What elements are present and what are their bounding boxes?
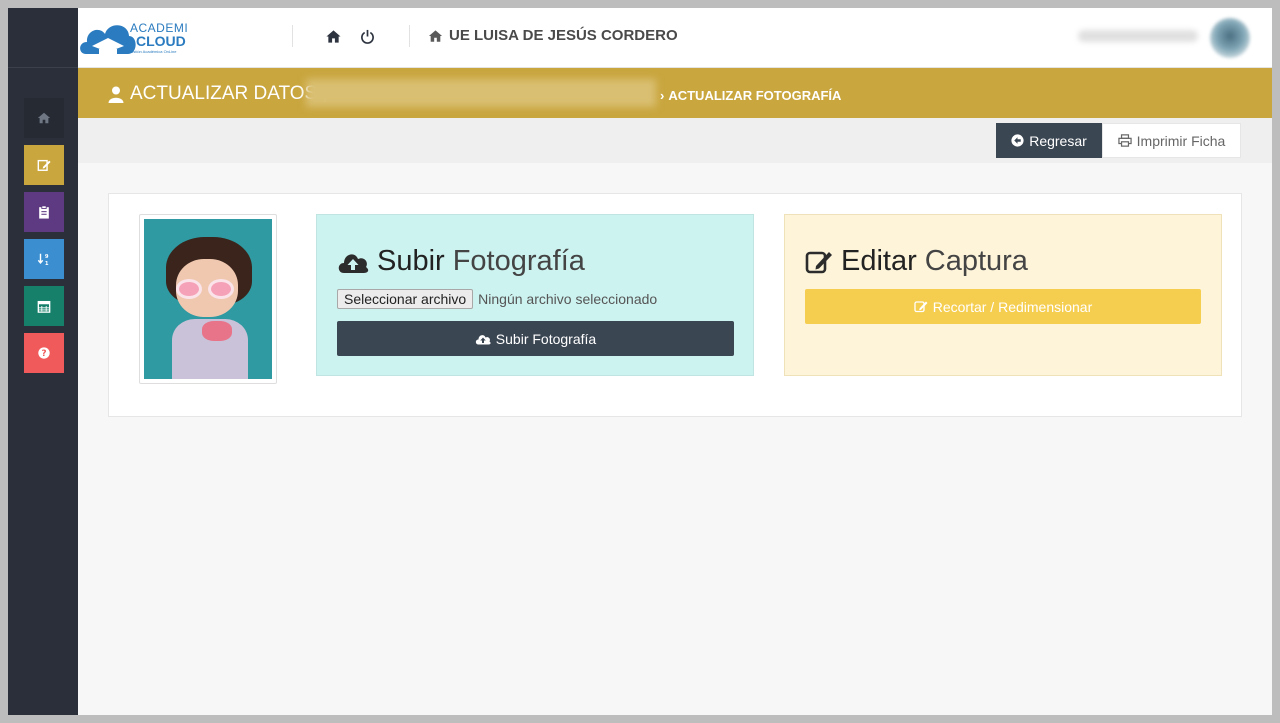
photo-card: Subir Fotografía Seleccionar archivo Nin…: [108, 193, 1242, 417]
cloud-upload-icon: [338, 253, 369, 273]
sidebar-item-help[interactable]: ?: [24, 333, 64, 373]
edit-icon: [37, 159, 51, 171]
student-photo-image: [144, 219, 272, 379]
upload-panel: Subir Fotografía Seleccionar archivo Nin…: [316, 214, 754, 376]
user-icon: [108, 86, 124, 103]
sidebar-item-edit[interactable]: [24, 145, 64, 185]
app-window: 91 ? ACADEMI CLOUD Gestión Académica OnL…: [8, 8, 1272, 715]
sidebar-item-clipboard[interactable]: [24, 192, 64, 232]
sort-numeric-icon: 91: [37, 253, 49, 266]
edit-panel-title: Editar Captura: [805, 245, 1028, 278]
breadcrumb-current: ACTUALIZAR FOTOGRAFÍA: [668, 88, 842, 103]
svg-text:9: 9: [45, 254, 49, 260]
edit-title-light: Captura: [924, 245, 1028, 277]
printer-icon: [1117, 134, 1132, 147]
crop-resize-button[interactable]: Recortar / Redimensionar: [805, 289, 1201, 324]
student-photo: [139, 214, 277, 384]
crop-resize-label: Recortar / Redimensionar: [932, 298, 1093, 315]
print-button[interactable]: Imprimir Ficha: [1102, 123, 1241, 158]
edit-icon: [914, 301, 928, 313]
cloud-upload-icon: [475, 334, 491, 344]
breadcrumb-separator: ›: [660, 88, 665, 103]
sidebar-item-grades[interactable]: 91: [24, 239, 64, 279]
page-title-bar: ACTUALIZAR DATOS , › ACTUALIZAR FOTOGRAF…: [78, 68, 1272, 118]
svg-text:?: ?: [41, 349, 46, 359]
breadcrumb: › ACTUALIZAR FOTOGRAFÍA: [660, 88, 841, 103]
home-icon: [37, 112, 51, 124]
power-button[interactable]: [358, 27, 376, 45]
page-title-text: ACTUALIZAR DATOS ,: [130, 83, 328, 104]
upload-photo-label: Subir Fotografía: [495, 330, 597, 347]
sidebar: 91 ?: [8, 8, 78, 715]
top-header: ACADEMI CLOUD Gestión Académica OnLine U…: [78, 8, 1272, 68]
choose-file-button[interactable]: Seleccionar archivo: [337, 289, 474, 309]
svg-text:1: 1: [45, 261, 49, 266]
upload-panel-title: Subir Fotografía: [337, 245, 585, 278]
academicloud-logo[interactable]: ACADEMI CLOUD Gestión Académica OnLine: [78, 16, 208, 60]
back-button-label: Regresar: [1029, 132, 1087, 149]
divider: [292, 25, 293, 47]
brand-line2: CLOUD: [136, 33, 186, 49]
school-name: UE LUISA DE JESÚS CORDERO: [449, 27, 678, 44]
page-title: ACTUALIZAR DATOS ,: [108, 83, 328, 105]
brand-tagline: Gestión Académica OnLine: [128, 49, 177, 54]
sidebar-top: [8, 8, 78, 68]
sidebar-item-calendar[interactable]: [24, 286, 64, 326]
user-name-redacted[interactable]: [1078, 30, 1198, 42]
print-button-label: Imprimir Ficha: [1136, 132, 1226, 149]
edit-icon: [805, 251, 832, 273]
edit-title-strong: Editar: [841, 245, 917, 277]
action-bar: Regresar Imprimir Ficha: [78, 118, 1272, 163]
clipboard-icon: [39, 205, 49, 219]
edit-panel: Editar Captura Recortar / Redimensionar: [784, 214, 1222, 376]
school-link[interactable]: UE LUISA DE JESÚS CORDERO: [428, 27, 678, 44]
sidebar-item-home[interactable]: [24, 98, 64, 138]
back-button[interactable]: Regresar: [996, 123, 1102, 158]
upload-title-light: Fotografía: [452, 245, 585, 277]
calendar-icon: [37, 300, 51, 313]
upload-title-strong: Subir: [377, 245, 445, 277]
file-input[interactable]: Seleccionar archivo Ningún archivo selec…: [337, 289, 657, 309]
student-name-redacted: [306, 79, 656, 107]
home-icon: [428, 29, 443, 42]
arrow-circle-left-icon: [1011, 134, 1024, 147]
home-nav-button[interactable]: [324, 27, 342, 45]
power-icon: [360, 29, 374, 44]
help-icon: ?: [38, 347, 50, 359]
upload-photo-button[interactable]: Subir Fotografía: [337, 321, 734, 356]
avatar[interactable]: [1210, 18, 1250, 58]
home-icon: [325, 29, 341, 43]
file-status: Ningún archivo seleccionado: [478, 291, 658, 307]
divider: [409, 25, 410, 47]
